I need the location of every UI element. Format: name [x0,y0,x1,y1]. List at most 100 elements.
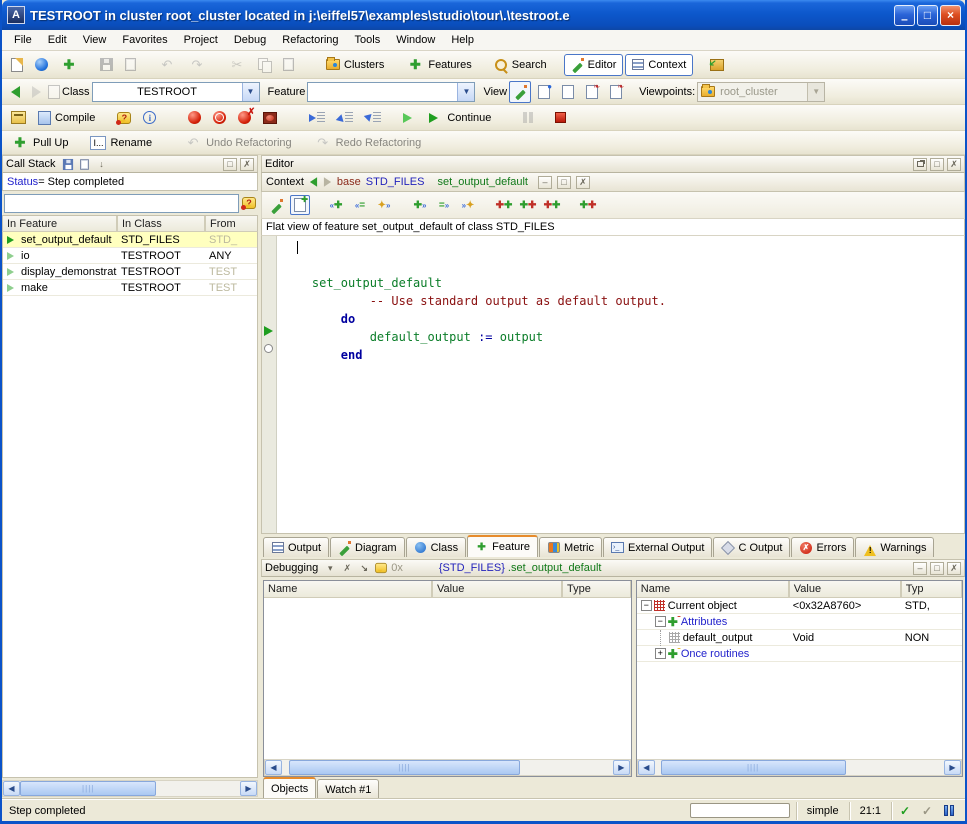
context-toggle-button[interactable]: Context [625,54,693,76]
run-button[interactable] [183,107,206,129]
pause-button[interactable] [518,107,538,129]
tab-errors[interactable]: ✗Errors [791,537,854,557]
locals-col-name[interactable]: Name [264,581,432,597]
scroll-right-icon[interactable]: ▶ [240,781,257,796]
new-window-button[interactable] [6,54,28,76]
menu-tools[interactable]: Tools [347,32,389,48]
tab-diagram[interactable]: Diagram [330,537,405,557]
compile-button[interactable]: Compile [33,107,100,129]
tab-objects[interactable]: Objects [263,777,316,799]
context-back-icon[interactable] [310,177,317,187]
open-button[interactable] [30,54,53,76]
assignees-button[interactable]: =» [434,195,454,215]
menu-window[interactable]: Window [388,32,443,48]
exception-icon[interactable]: ? [242,197,256,209]
menu-file[interactable]: File [6,32,40,48]
collapse-icon[interactable]: − [641,600,652,611]
scroll-left-icon[interactable]: ◀ [3,781,20,796]
collapse-icon[interactable]: − [655,616,666,627]
locals-col-type[interactable]: Type [562,581,631,597]
undo-refactoring-button[interactable]: ↶ Undo Refactoring [179,132,297,154]
paste-button[interactable] [278,54,299,76]
scroll-thumb[interactable] [20,781,156,796]
tab-c-output[interactable]: C Output [713,537,790,557]
debugging-goto-button[interactable]: ↘ [357,562,371,575]
run-ignore-breakpoints-button[interactable] [208,107,231,129]
tab-output[interactable]: Output [263,537,329,557]
maximize-button[interactable]: □ [917,5,938,26]
clients-button[interactable]: ✚✚ [542,195,562,215]
menu-edit[interactable]: Edit [40,32,75,48]
call-stack-hscrollbar[interactable]: ◀ ▶ [2,780,258,797]
code-area[interactable]: set_output_default -- Use standard outpu… [261,236,965,534]
tab-metric[interactable]: Metric [539,537,602,557]
run-to-cursor-button[interactable] [398,107,422,129]
add-class-button[interactable]: ✚ [55,54,83,76]
col-in-class[interactable]: In Class [117,216,205,231]
debugging-bubble-icon[interactable] [375,563,387,573]
step-into-button[interactable] [332,107,358,129]
project-settings-button[interactable] [6,107,31,129]
descendants-button[interactable]: ✚✚ [518,195,538,215]
scroll-left-icon[interactable]: ◀ [265,760,282,775]
redo-button[interactable]: ↷ [183,54,211,76]
scroll-right-icon[interactable]: ▶ [613,760,630,775]
step-over-button[interactable] [304,107,330,129]
call-stack-filter-input[interactable] [4,194,239,213]
context-close-button[interactable]: ✗ [576,176,590,189]
editor-restore-button[interactable] [913,158,927,171]
scroll-thumb[interactable] [661,760,846,775]
debugging-menu-button[interactable]: ▾ [323,562,337,575]
ancestors-button[interactable]: ✚✚ [494,195,514,215]
objects-hscrollbar[interactable]: ◀ ▶ [637,759,962,776]
menu-refactoring[interactable]: Refactoring [274,32,346,48]
step-out-button[interactable] [360,107,386,129]
stack-row-1[interactable]: io TESTROOT ANY [3,248,257,264]
tree-row-default-output[interactable]: default_output Void NON [637,630,962,646]
suppliers-button[interactable]: ✚✚ [578,195,598,215]
undo-button[interactable]: ↶ [153,54,181,76]
view-flat-contract-button[interactable]: ❧ [605,81,627,103]
editor-gutter[interactable] [262,236,277,533]
crumb-class[interactable]: STD_FILES [366,176,425,188]
feature-combobox[interactable]: ▼ [307,82,475,102]
tab-watch-1[interactable]: Watch #1 [317,779,379,799]
external-commands-button[interactable] [705,54,729,76]
history-back-button[interactable] [6,81,25,103]
debug-crumb-class[interactable]: {STD_FILES} [439,562,505,574]
continue-button[interactable]: Continue [424,107,496,129]
scroll-thumb[interactable] [289,760,521,775]
tab-class[interactable]: Class [406,537,467,557]
view-basic-button[interactable] [509,81,531,103]
melt-button[interactable]: ? [112,107,136,129]
creation-button[interactable]: »✦ [458,195,478,215]
objects-col-value[interactable]: Value [789,581,901,597]
scroll-left-icon[interactable]: ◀ [638,760,655,775]
call-stack-save-button[interactable] [61,158,75,171]
col-in-feature[interactable]: In Feature [3,216,117,231]
editor-close-button[interactable]: ✗ [947,158,961,171]
project-info-button[interactable]: i [138,107,161,129]
call-stack-maximize-button[interactable]: □ [223,158,237,171]
scroll-right-icon[interactable]: ▶ [944,760,961,775]
pull-up-button[interactable]: ✚ Pull Up [6,132,73,154]
stack-row-2[interactable]: display_demonstrat... TESTROOT TEST [3,264,257,280]
history-forward-button[interactable] [27,81,46,103]
objects-col-name[interactable]: Name [637,581,789,597]
tree-row-once-routines[interactable]: +✚Once routines [637,646,962,662]
basic-text-view-button[interactable] [266,195,286,215]
save-all-button[interactable] [120,54,141,76]
menu-project[interactable]: Project [176,32,226,48]
menu-debug[interactable]: Debug [226,32,274,48]
locals-col-value[interactable]: Value [432,581,562,597]
melted-status-button[interactable]: ✓ [896,803,914,819]
tab-external-output[interactable]: ›_External Output [603,537,712,557]
menu-favorites[interactable]: Favorites [114,32,175,48]
view-clickable-button[interactable]: ● [533,81,555,103]
call-stack-import-button[interactable]: ↓ [95,158,109,171]
assigners-button[interactable]: «= [350,195,370,215]
call-stack-copy-button[interactable] [78,158,92,171]
debugging-close-button[interactable]: ✗ [947,562,961,575]
expand-icon[interactable]: + [655,648,666,659]
locals-hscrollbar[interactable]: ◀ ▶ [264,759,631,776]
